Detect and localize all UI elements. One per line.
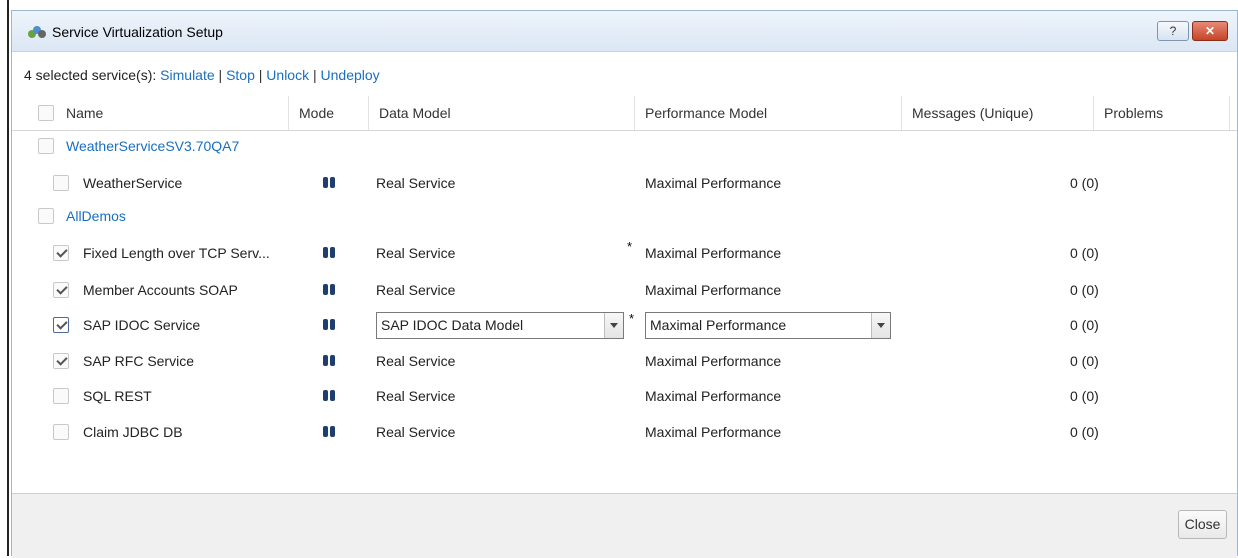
service-checkbox[interactable] bbox=[53, 353, 69, 369]
data-model-dropdown[interactable]: SAP IDOC Data Model bbox=[376, 312, 624, 339]
service-name: Fixed Length over TCP Serv... bbox=[83, 245, 270, 261]
service-name: WeatherService bbox=[83, 175, 183, 191]
performance-model-value[interactable]: Maximal Performance bbox=[645, 166, 781, 200]
help-button[interactable]: ? bbox=[1157, 21, 1189, 41]
service-checkbox[interactable] bbox=[53, 175, 69, 191]
simulate-mode-icon[interactable] bbox=[323, 426, 335, 437]
data-model-value[interactable]: Real Service bbox=[376, 166, 455, 200]
service-checkbox[interactable] bbox=[53, 245, 69, 261]
data-model-value[interactable]: Real Service bbox=[376, 344, 455, 378]
title-bar[interactable]: Service Virtualization Setup ? ✕ bbox=[12, 11, 1237, 52]
messages-count: 0 (0) bbox=[1070, 424, 1099, 440]
undeploy-link[interactable]: Undeploy bbox=[321, 67, 380, 83]
service-name: SAP RFC Service bbox=[83, 353, 194, 369]
table-row[interactable]: Claim JDBC DB Real Service Maximal Perfo… bbox=[12, 415, 1237, 449]
service-name: Claim JDBC DB bbox=[83, 424, 183, 440]
simulate-link[interactable]: Simulate bbox=[160, 67, 214, 83]
performance-model-value[interactable]: Maximal Performance bbox=[645, 273, 781, 307]
simulate-mode-icon[interactable] bbox=[323, 284, 335, 295]
table-row[interactable]: Fixed Length over TCP Serv... Real Servi… bbox=[12, 236, 1237, 270]
selection-action-bar: 4 selected service(s): Simulate | Stop |… bbox=[24, 67, 380, 83]
data-model-value[interactable]: Real Service bbox=[376, 236, 455, 270]
data-model-dropdown-value: SAP IDOC Data Model bbox=[381, 317, 524, 333]
simulate-mode-icon[interactable] bbox=[323, 177, 335, 188]
separator: | bbox=[258, 67, 263, 83]
performance-model-value[interactable]: Maximal Performance bbox=[645, 344, 781, 378]
service-name: Member Accounts SOAP bbox=[83, 282, 238, 298]
service-checkbox[interactable] bbox=[53, 424, 69, 440]
table-header: Name Mode Data Model Performance Model M… bbox=[12, 96, 1237, 131]
window-title: Service Virtualization Setup bbox=[52, 24, 223, 40]
performance-model-value[interactable]: Maximal Performance bbox=[645, 415, 781, 449]
background-window-edge bbox=[7, 0, 9, 556]
performance-model-dropdown[interactable]: Maximal Performance bbox=[645, 312, 891, 339]
service-checkbox[interactable] bbox=[53, 317, 69, 333]
app-logo-icon bbox=[28, 26, 46, 38]
group-name-link[interactable]: AllDemos bbox=[66, 199, 126, 233]
service-checkbox[interactable] bbox=[53, 282, 69, 298]
data-model-value[interactable]: Real Service bbox=[376, 379, 455, 413]
column-header-problems[interactable]: Problems bbox=[1094, 96, 1230, 130]
separator: | bbox=[312, 67, 317, 83]
table-row[interactable]: SQL REST Real Service Maximal Performanc… bbox=[12, 379, 1237, 413]
separator: | bbox=[218, 67, 223, 83]
service-name: SQL REST bbox=[83, 388, 152, 404]
column-header-name[interactable]: Name bbox=[56, 96, 289, 130]
select-all-checkbox[interactable] bbox=[38, 105, 54, 121]
messages-count: 0 (0) bbox=[1070, 245, 1099, 261]
table-row[interactable]: Member Accounts SOAP Real Service Maxima… bbox=[12, 273, 1237, 307]
column-header-data-model[interactable]: Data Model bbox=[369, 96, 635, 130]
simulate-mode-icon[interactable] bbox=[323, 247, 335, 258]
column-header-mode[interactable]: Mode bbox=[289, 96, 369, 130]
simulate-mode-icon[interactable] bbox=[323, 390, 335, 401]
chevron-down-icon[interactable] bbox=[604, 313, 623, 338]
window-close-button[interactable]: ✕ bbox=[1192, 21, 1228, 41]
service-name: SAP IDOC Service bbox=[83, 317, 201, 333]
messages-count: 0 (0) bbox=[1070, 175, 1099, 191]
messages-count: 0 (0) bbox=[1070, 317, 1099, 333]
group-row[interactable]: AllDemos bbox=[12, 199, 1237, 233]
dialog-footer: Close bbox=[12, 493, 1237, 558]
unlock-link[interactable]: Unlock bbox=[266, 67, 309, 83]
group-checkbox[interactable] bbox=[38, 208, 54, 224]
column-header-performance-model[interactable]: Performance Model bbox=[635, 96, 902, 130]
table-row[interactable]: SAP RFC Service Real Service Maximal Per… bbox=[12, 344, 1237, 378]
messages-count: 0 (0) bbox=[1070, 388, 1099, 404]
modified-marker: * bbox=[629, 311, 635, 326]
table-row[interactable]: SAP IDOC Service SAP IDOC Data Model * M… bbox=[12, 308, 1237, 342]
performance-model-value[interactable]: Maximal Performance bbox=[645, 236, 781, 270]
messages-count: 0 (0) bbox=[1070, 353, 1099, 369]
simulate-mode-icon[interactable] bbox=[323, 355, 335, 366]
service-checkbox[interactable] bbox=[53, 388, 69, 404]
data-model-value[interactable]: Real Service bbox=[376, 415, 455, 449]
performance-model-dropdown-value: Maximal Performance bbox=[650, 317, 787, 333]
data-model-value[interactable]: Real Service bbox=[376, 273, 455, 307]
chevron-down-icon[interactable] bbox=[871, 313, 890, 338]
table-row[interactable]: WeatherService Real Service Maximal Perf… bbox=[12, 166, 1237, 200]
modified-marker: * bbox=[627, 239, 633, 254]
group-checkbox[interactable] bbox=[38, 138, 54, 154]
selection-count-label: 4 selected service(s): bbox=[24, 67, 157, 83]
service-virtualization-dialog: Service Virtualization Setup ? ✕ 4 selec… bbox=[11, 10, 1238, 558]
simulate-mode-icon[interactable] bbox=[323, 319, 335, 330]
group-row[interactable]: WeatherServiceSV3.70QA7 bbox=[12, 129, 1237, 163]
stop-link[interactable]: Stop bbox=[226, 67, 255, 83]
performance-model-value[interactable]: Maximal Performance bbox=[645, 379, 781, 413]
close-button[interactable]: Close bbox=[1178, 510, 1227, 539]
group-name-link[interactable]: WeatherServiceSV3.70QA7 bbox=[66, 129, 239, 163]
messages-count: 0 (0) bbox=[1070, 282, 1099, 298]
column-header-messages[interactable]: Messages (Unique) bbox=[902, 96, 1094, 130]
